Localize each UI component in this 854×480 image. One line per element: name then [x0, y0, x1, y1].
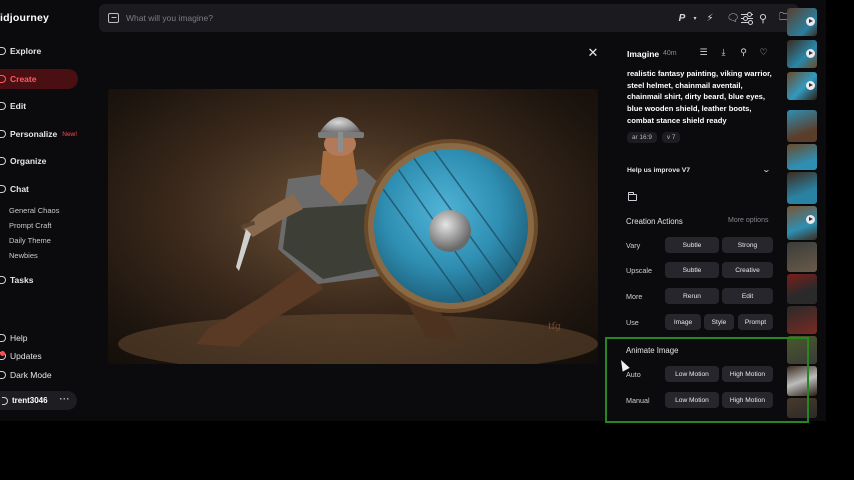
sidebar-item-label: Dark Mode	[10, 370, 52, 380]
upscale-subtle-button[interactable]: Subtle	[665, 262, 719, 278]
folder-icon[interactable]	[628, 192, 637, 201]
sidebar-item-label: Tasks	[10, 275, 34, 285]
thumbnail[interactable]	[787, 172, 817, 204]
explore-icon	[0, 47, 6, 55]
updates-notification-dot	[0, 351, 5, 356]
search-icon[interactable]: ⚲	[755, 10, 771, 26]
generated-image-viking-warrior[interactable]: tfg	[108, 89, 598, 364]
organize-icon	[0, 157, 6, 165]
avatar-icon	[2, 396, 8, 405]
sidebar-item-label: Edit	[10, 101, 27, 111]
sidebar-item-explore[interactable]: Explore	[0, 41, 41, 61]
search-icon[interactable]: ⚲	[738, 46, 749, 59]
personalize-icon	[0, 130, 6, 138]
help-icon	[0, 334, 6, 342]
more-label: More	[626, 292, 643, 301]
sidebar-item-create[interactable]: Create	[0, 69, 78, 89]
use-style-button[interactable]: Style	[704, 314, 734, 330]
prompt-input[interactable]	[126, 10, 626, 26]
chat-room-prompt-craft[interactable]: Prompt Craft	[9, 221, 52, 230]
sidebar-item-chat[interactable]: Chat	[0, 179, 29, 199]
svg-text:tfg: tfg	[548, 322, 561, 332]
thumbnail[interactable]	[787, 206, 817, 240]
lightning-icon[interactable]: ⚡︎	[702, 10, 718, 26]
create-icon	[0, 75, 6, 83]
moon-icon	[0, 371, 6, 379]
chat-room-general-chaos[interactable]: General Chaos	[9, 206, 59, 215]
sidebar: idjourney Explore Create Edit Personaliz…	[0, 0, 98, 421]
sidebar-item-label: Help	[10, 333, 28, 343]
feedback-toggle-label[interactable]: Help us improve V7	[627, 167, 690, 174]
sliders-icon[interactable]	[741, 11, 753, 26]
sidebar-item-label: Explore	[10, 46, 42, 56]
close-icon[interactable]: ✕	[586, 46, 600, 60]
thumbnail[interactable]	[787, 40, 817, 68]
thumbnail[interactable]	[787, 242, 817, 272]
sidebar-item-dark-mode[interactable]: Dark Mode	[0, 365, 52, 385]
rerun-button[interactable]: Rerun	[665, 288, 719, 304]
sidebar-item-updates[interactable]: Updates	[0, 346, 42, 366]
sidebar-item-personalize[interactable]: Personalize New!	[0, 124, 77, 144]
upscale-label: Upscale	[626, 266, 652, 275]
play-icon	[806, 17, 815, 26]
vary-strong-button[interactable]: Strong	[722, 237, 773, 253]
viking-painting: tfg	[118, 117, 598, 364]
username: trent3046	[12, 396, 48, 405]
tasks-icon	[0, 276, 6, 284]
app-logo[interactable]: idjourney	[0, 12, 49, 24]
use-prompt-button[interactable]: Prompt	[738, 314, 773, 330]
sidebar-item-organize[interactable]: Organize	[0, 151, 46, 171]
edit-icon	[0, 102, 6, 110]
sidebar-item-label: Updates	[10, 351, 42, 361]
sidebar-item-label: Create	[10, 74, 37, 84]
menu-icon[interactable]: ☰	[698, 46, 709, 59]
sidebar-item-help[interactable]: Help	[0, 328, 27, 348]
imagine-bar: P ▾ ⚡︎ 🗨︎ ⚲ 🗀︎	[99, 4, 799, 32]
use-image-button[interactable]: Image	[665, 314, 701, 330]
chat-icon[interactable]: 🗨︎	[725, 10, 741, 26]
thumbnail[interactable]	[787, 274, 817, 304]
play-icon	[806, 49, 815, 58]
creation-actions-title: Creation Actions	[626, 217, 683, 226]
param-version[interactable]: v 7	[661, 132, 681, 143]
sidebar-item-label: Personalize	[10, 129, 58, 139]
thumbnail[interactable]	[787, 72, 817, 100]
panel-toolbar: ☰ ⤓ ⚲ ♡	[698, 46, 769, 60]
heart-icon[interactable]: ♡	[758, 46, 769, 59]
download-icon[interactable]: ⤓	[718, 46, 729, 59]
chat-icon	[0, 185, 6, 193]
param-aspect-ratio[interactable]: ar 16:9	[627, 132, 657, 143]
image-icon[interactable]	[108, 13, 119, 23]
sidebar-item-label: Chat	[10, 184, 29, 194]
chevron-down-icon[interactable]: ⌄	[762, 165, 771, 174]
vary-label: Vary	[626, 241, 641, 250]
prompt-params: ar 16:9 v 7	[627, 132, 681, 143]
vary-subtle-button[interactable]: Subtle	[665, 237, 719, 253]
sidebar-item-edit[interactable]: Edit	[0, 96, 26, 116]
more-options-icon[interactable]: ···	[60, 394, 71, 404]
panel-timestamp: 40m	[663, 50, 677, 57]
thumbnail[interactable]	[787, 306, 817, 334]
animate-section-highlight	[605, 337, 809, 423]
thumbnail[interactable]	[787, 8, 817, 36]
thumbnail[interactable]	[787, 110, 817, 142]
chat-room-daily-theme[interactable]: Daily Theme	[9, 236, 51, 245]
use-label: Use	[626, 318, 639, 327]
chevron-down-icon[interactable]: ▾	[687, 10, 703, 26]
new-badge: New!	[62, 130, 78, 138]
panel-title: Imagine	[627, 49, 660, 59]
play-icon	[806, 81, 815, 90]
sidebar-item-label: Organize	[10, 156, 47, 166]
user-profile-button[interactable]: trent3046 ···	[0, 391, 77, 410]
prompt-text[interactable]: realistic fantasy painting, viking warri…	[627, 68, 777, 127]
chat-room-newbies[interactable]: Newbies	[9, 251, 38, 260]
play-icon	[806, 215, 815, 224]
more-options-link[interactable]: More options	[728, 217, 768, 224]
edit-button[interactable]: Edit	[722, 288, 773, 304]
thumbnail[interactable]	[787, 144, 817, 170]
upscale-creative-button[interactable]: Creative	[722, 262, 773, 278]
sidebar-item-tasks[interactable]: Tasks	[0, 270, 33, 290]
